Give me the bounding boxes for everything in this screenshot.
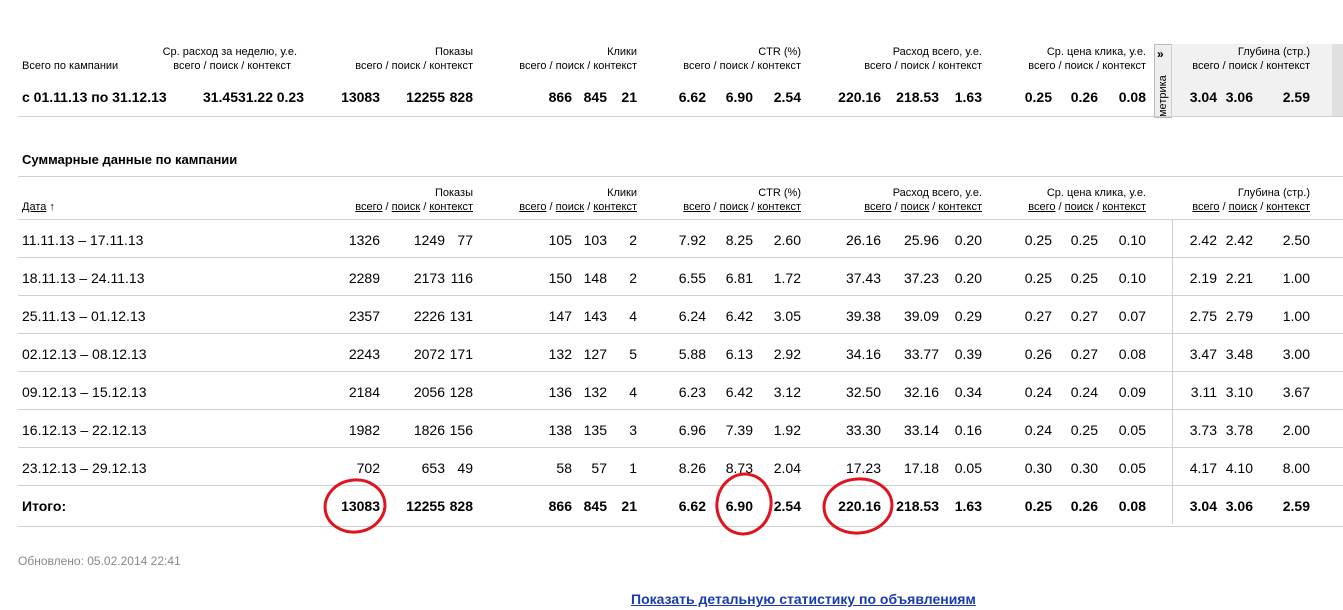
annotation-layer	[323, 472, 894, 536]
annotation-circle-spend	[822, 477, 894, 535]
annotation-circle-ctr	[715, 472, 773, 536]
annotation-circle-impressions	[323, 478, 387, 534]
